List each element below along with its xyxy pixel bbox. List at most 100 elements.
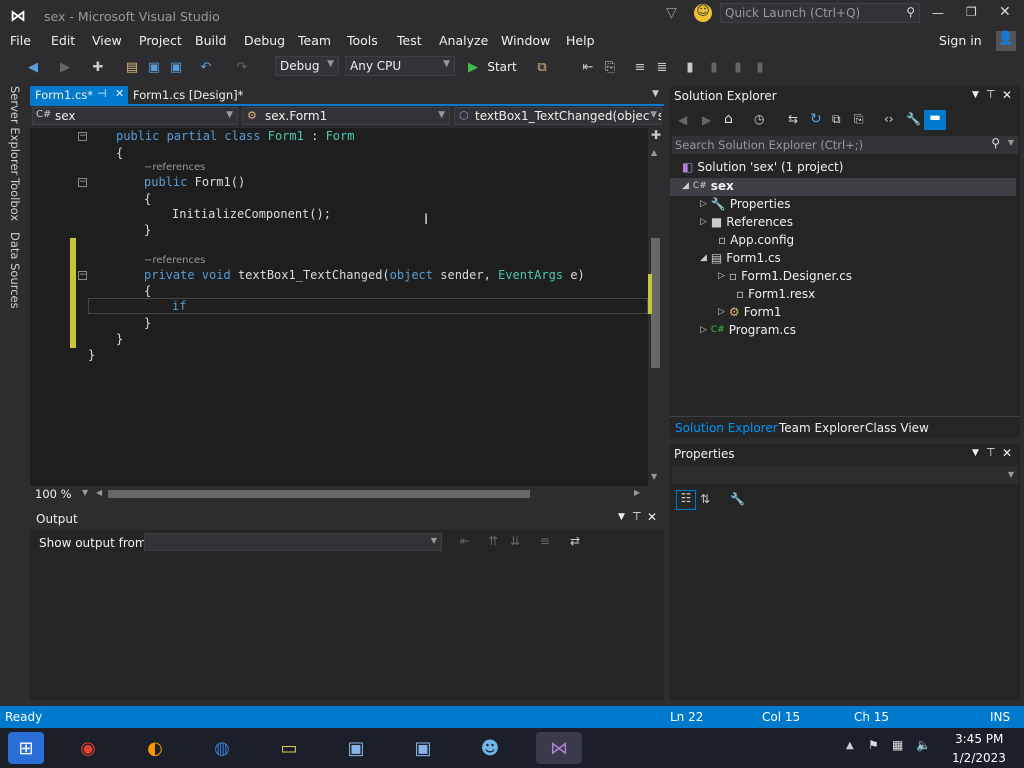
tree-item-program-cs[interactable]: ▷ C# Program.cs (700, 323, 796, 337)
scroll-right-icon[interactable]: ▶ (634, 488, 640, 497)
toolbox-tab[interactable]: Toolbox (8, 178, 22, 221)
scroll-left-icon[interactable]: ◀ (96, 488, 102, 497)
tab-team-explorer[interactable]: Team Explorer (779, 421, 865, 435)
scroll-thumb[interactable] (651, 238, 660, 368)
tab-class-view[interactable]: Class View (865, 421, 929, 435)
tree-project[interactable]: ◢ C# sex (682, 179, 734, 193)
solution-search-input[interactable]: Search Solution Explorer (Ctrl+;) ⚲ ▼ (672, 136, 1018, 154)
bookmark-icon[interactable]: ▮ (682, 56, 698, 78)
properties-wrench-icon[interactable]: 🔧 (906, 112, 921, 126)
menu-analyze[interactable]: Analyze (439, 33, 488, 48)
menu-debug[interactable]: Debug (244, 33, 285, 48)
prev-message-icon[interactable]: ⇈ (488, 534, 498, 548)
dropdown-icon[interactable]: ▼ (972, 90, 979, 100)
tree-item-form1-cs[interactable]: ◢ ▤ Form1.cs (700, 251, 781, 265)
menu-help[interactable]: Help (566, 33, 595, 48)
browser-app-icon[interactable]: ◍ (204, 732, 240, 764)
clock-time[interactable]: 3:45 PM (955, 732, 1003, 746)
alphabetical-icon[interactable]: ⇅ (700, 492, 710, 506)
close-tab-icon[interactable]: ✕ (115, 87, 124, 100)
split-icon[interactable]: ✚ (651, 128, 661, 142)
pin-icon[interactable]: ⊤ (986, 88, 996, 101)
tab-solution-explorer[interactable]: Solution Explorer (675, 421, 778, 435)
toggle-icon[interactable]: ⇤ (578, 56, 598, 78)
find-message-icon[interactable]: ⇤ (460, 534, 470, 548)
code-editor[interactable]: − public partial class Form1 : Form { −r… (30, 128, 648, 486)
history-icon[interactable]: ◷ (754, 112, 764, 126)
output-source-dropdown[interactable]: ▼ (144, 533, 442, 551)
close-icon[interactable]: ✕ (647, 510, 657, 524)
zoom-level[interactable]: 100 % (35, 487, 72, 501)
start-button[interactable]: Start (482, 56, 522, 78)
pin-icon[interactable]: ⊣ (97, 87, 107, 100)
start-menu-icon[interactable]: ⊞ (8, 732, 44, 764)
sync-icon[interactable]: ⇆ (788, 112, 798, 126)
file-explorer-icon[interactable]: ▭ (271, 732, 307, 764)
sign-in-link[interactable]: Sign in (939, 33, 982, 48)
volume-icon[interactable]: 🔈 (916, 738, 931, 752)
menu-window[interactable]: Window (501, 33, 550, 48)
account-avatar-icon[interactable]: 👤 (996, 31, 1016, 51)
dropdown-icon[interactable]: ▼ (618, 512, 625, 522)
project-dropdown[interactable]: C# sex ▼ (32, 107, 238, 125)
close-button[interactable]: ✕ (999, 4, 1011, 20)
collapse-icon[interactable]: − (78, 178, 87, 187)
next-message-icon[interactable]: ⇊ (510, 534, 520, 548)
view-code-icon[interactable]: ‹› (884, 112, 894, 126)
network-app-2-icon[interactable]: ▣ (405, 732, 441, 764)
tree-item-properties[interactable]: ▷ 🔧 Properties (700, 197, 791, 211)
tree-item-form1-resx[interactable]: ▫ Form1.resx (736, 287, 815, 301)
filter-icon[interactable]: ▽ (666, 5, 677, 21)
tree-item-references[interactable]: ▷ ■ References (700, 215, 793, 229)
data-sources-tab[interactable]: Data Sources (8, 232, 22, 309)
server-explorer-tab[interactable]: Server Explorer (8, 86, 22, 175)
open-file-icon[interactable]: ▤ (122, 56, 142, 78)
menu-edit[interactable]: Edit (51, 33, 75, 48)
tree-item-app-config[interactable]: ▫ App.config (718, 233, 794, 247)
browse-icon[interactable]: ⧉ (532, 56, 552, 78)
menu-test[interactable]: Test (397, 33, 422, 48)
close-icon[interactable]: ✕ (1002, 446, 1012, 460)
pin-icon[interactable]: ⊤ (632, 510, 642, 523)
dropdown-icon[interactable]: ▼ (972, 448, 979, 458)
new-project-icon[interactable]: ✚ (88, 56, 108, 78)
flag-icon[interactable]: ⚑ (868, 738, 879, 752)
redo-icon[interactable]: ↷ (232, 56, 252, 78)
tab-overflow-icon[interactable]: ▼ (652, 89, 659, 99)
quick-launch-input[interactable]: Quick Launch (Ctrl+Q) ⚲ (720, 3, 920, 23)
visual-studio-taskbar-icon[interactable]: ⋈ (536, 732, 582, 764)
firefox-icon[interactable]: ◐ (137, 732, 173, 764)
start-play-icon[interactable]: ▶ (466, 56, 480, 78)
restore-button[interactable]: ❐ (966, 5, 977, 19)
config-dropdown[interactable]: Debug ▼ (275, 56, 339, 76)
collapse-icon[interactable]: − (78, 132, 87, 141)
next-bookmark-icon[interactable]: ▮ (730, 56, 746, 78)
menu-view[interactable]: View (92, 33, 122, 48)
properties-object-dropdown[interactable]: ▼ (672, 466, 1018, 484)
clock-date[interactable]: 1/2/2023 (952, 751, 1006, 765)
horizontal-scroll-thumb[interactable] (108, 490, 530, 498)
prev-bookmark-icon[interactable]: ▮ (706, 56, 722, 78)
show-all-files-icon[interactable]: ⎘ (854, 112, 864, 127)
comment-icon[interactable]: ≡ (630, 56, 650, 78)
people-app-icon[interactable]: ☻ (472, 732, 508, 764)
copy-icon[interactable]: ⎘ (600, 56, 620, 78)
network-app-icon[interactable]: ▣ (338, 732, 374, 764)
editor-vertical-scrollbar[interactable]: ✚ ▲ ▼ (648, 128, 664, 486)
codelens-references[interactable]: −references (144, 255, 205, 266)
navigate-forward-icon[interactable]: ▶ (56, 56, 74, 78)
scroll-down-icon[interactable]: ▼ (651, 472, 657, 481)
collapse-icon[interactable]: − (78, 271, 87, 280)
scroll-up-icon[interactable]: ▲ (651, 148, 657, 157)
preview-toggle-icon[interactable]: ▬ (924, 110, 946, 130)
menu-team[interactable]: Team (298, 33, 331, 48)
tray-expand-icon[interactable]: ▲ (846, 740, 854, 751)
menu-build[interactable]: Build (195, 33, 226, 48)
clear-all-icon[interactable]: ≡ (540, 534, 550, 548)
tree-item-form1-class[interactable]: ▷ ⚙ Form1 (718, 305, 782, 319)
menu-project[interactable]: Project (139, 33, 182, 48)
save-icon[interactable]: ▣ (146, 56, 162, 78)
feedback-smiley-icon[interactable]: ☺ (694, 4, 712, 22)
property-pages-icon[interactable]: 🔧 (730, 492, 745, 506)
save-all-icon[interactable]: ▣ (168, 56, 184, 78)
